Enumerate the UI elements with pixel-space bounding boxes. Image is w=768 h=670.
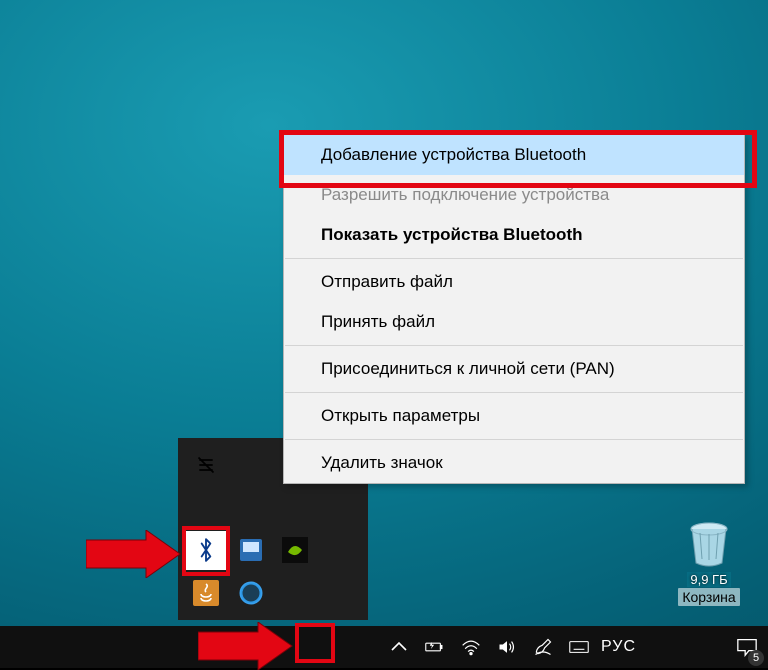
menu-open-settings[interactable]: Открыть параметры [284, 396, 744, 436]
menu-join-pan[interactable]: Присоединиться к личной сети (PAN) [284, 349, 744, 389]
menu-allow-connect: Разрешить подключение устройства [284, 175, 744, 215]
taskbar: РУС 5 [0, 626, 768, 668]
tray-icon-unknown[interactable] [186, 446, 227, 485]
language-indicator[interactable]: РУС [597, 638, 646, 656]
menu-send-file[interactable]: Отправить файл [284, 262, 744, 302]
volume-icon[interactable] [489, 626, 525, 668]
menu-show-devices[interactable]: Показать устройства Bluetooth [284, 215, 744, 255]
menu-separator [285, 345, 743, 346]
notification-badge: 5 [748, 650, 764, 666]
menu-add-device[interactable]: Добавление устройства Bluetooth [284, 135, 744, 175]
tray-icon-app1[interactable] [231, 531, 272, 570]
recycle-bin-icon [683, 517, 735, 569]
menu-separator [285, 439, 743, 440]
recycle-bin[interactable]: 9,9 ГБ Корзина [664, 517, 754, 606]
chevron-up-icon [389, 637, 409, 657]
bluetooth-context-menu: Добавление устройства Bluetooth Разрешит… [283, 134, 745, 484]
wifi-icon[interactable] [453, 626, 489, 668]
menu-receive-file[interactable]: Принять файл [284, 302, 744, 342]
bluetooth-tray-icon[interactable] [186, 531, 227, 570]
tray-icon-cortana[interactable] [231, 574, 272, 613]
recycle-bin-label: Корзина [678, 588, 739, 606]
pen-input-icon[interactable] [525, 626, 561, 668]
tray-icon-nvidia[interactable] [275, 531, 316, 570]
menu-separator [285, 392, 743, 393]
recycle-bin-size: 9,9 ГБ [687, 572, 730, 587]
touch-keyboard-icon[interactable] [561, 626, 597, 668]
show-hidden-icons-button[interactable] [381, 626, 417, 668]
tray-icon-java[interactable] [186, 574, 227, 613]
menu-separator [285, 258, 743, 259]
action-center-button[interactable]: 5 [726, 626, 768, 668]
menu-remove-icon[interactable]: Удалить значок [284, 443, 744, 483]
battery-icon[interactable] [417, 626, 453, 668]
